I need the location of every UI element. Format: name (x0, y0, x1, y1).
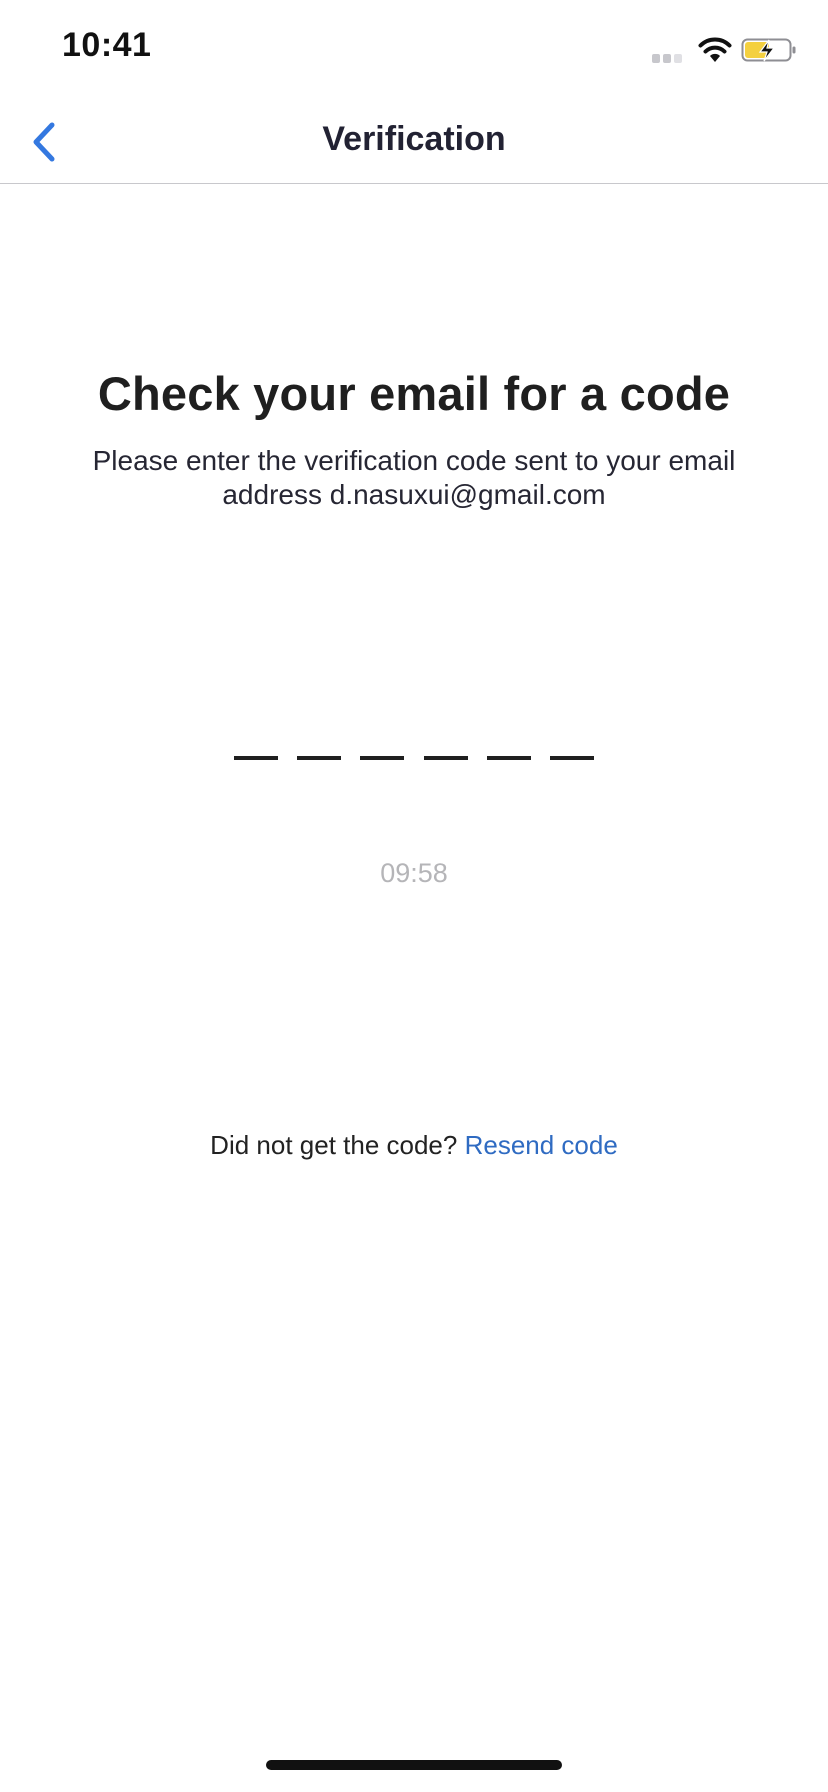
code-digit-slot[interactable] (423, 720, 468, 760)
resend-row: Did not get the code? Resend code (0, 1130, 828, 1161)
resend-prompt: Did not get the code? (210, 1130, 458, 1160)
resend-code-link[interactable]: Resend code (465, 1130, 618, 1160)
code-digit-slot[interactable] (297, 720, 342, 760)
status-time: 10:41 (62, 26, 152, 64)
page-title: Verification (322, 120, 506, 158)
code-digit-slot[interactable] (549, 720, 594, 760)
status-bar: 10:41 (0, 0, 828, 100)
wifi-icon (698, 37, 732, 62)
verification-code-input[interactable] (234, 720, 594, 760)
signal-icon (652, 54, 682, 63)
home-indicator[interactable] (266, 1760, 562, 1770)
code-digit-slot[interactable] (486, 720, 531, 760)
instruction-text: Please enter the verification code sent … (92, 445, 736, 510)
countdown-timer: 09:58 (380, 858, 448, 888)
code-digit-slot[interactable] (360, 720, 405, 760)
headline: Check your email for a code (97, 367, 731, 420)
battery-charging-icon (741, 38, 796, 62)
navigation-bar: Verification (0, 100, 828, 184)
code-digit-slot[interactable] (234, 720, 278, 760)
